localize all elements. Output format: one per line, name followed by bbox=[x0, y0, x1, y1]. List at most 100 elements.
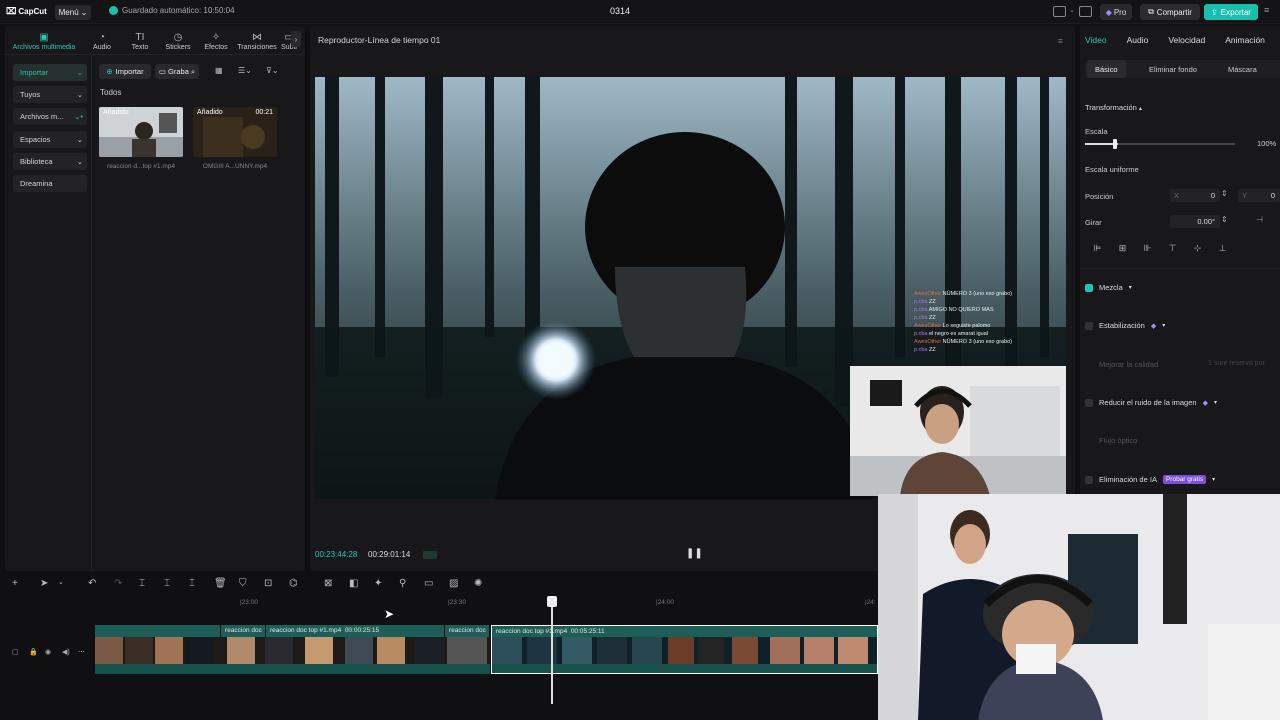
clip-header[interactable]: reaccion doc top #1.mp4 00:00:25:15 bbox=[266, 625, 444, 637]
more-icon[interactable]: ≡ bbox=[1264, 5, 1269, 15]
align-middle-icon[interactable]: ⊹ bbox=[1185, 243, 1210, 257]
subtab-mask[interactable]: Máscara bbox=[1220, 60, 1265, 78]
tab-transitions[interactable]: ⋈ Transiciones bbox=[235, 26, 279, 54]
stepper-icon[interactable]: ⇕ bbox=[1221, 215, 1228, 224]
transform-section-title[interactable]: Transformación ▴ bbox=[1085, 103, 1142, 112]
subtab-remove-bg[interactable]: Eliminar fondo bbox=[1141, 60, 1205, 78]
flip-icon[interactable]: ⊣ bbox=[1256, 215, 1263, 224]
split-icon[interactable]: ⌶ bbox=[139, 578, 145, 589]
pro-button[interactable]: ◆ Pro bbox=[1100, 4, 1132, 20]
align-left-icon[interactable]: ⊫ bbox=[1085, 243, 1110, 257]
clip-header[interactable]: reaccion doc bbox=[445, 625, 489, 637]
pause-button[interactable]: ❚❚ bbox=[686, 548, 703, 559]
redo-icon[interactable]: ↷ bbox=[114, 578, 122, 589]
playhead[interactable] bbox=[551, 596, 553, 704]
align-right-icon[interactable]: ⊪ bbox=[1135, 243, 1160, 257]
align-top-icon[interactable]: ⊤ bbox=[1160, 243, 1185, 257]
shield-icon[interactable]: ⛉ bbox=[239, 578, 247, 589]
chevron-down-icon[interactable]: ⌄ bbox=[1069, 6, 1075, 14]
keyboard-icon[interactable] bbox=[1079, 6, 1092, 17]
selected-clip-frames[interactable] bbox=[491, 637, 878, 664]
crop-icon[interactable]: ⊡ bbox=[264, 578, 272, 589]
grid-view-icon[interactable]: ▦ bbox=[215, 66, 223, 75]
lock-icon[interactable]: 🔒 bbox=[29, 648, 38, 656]
magic-icon[interactable]: ✦ bbox=[374, 578, 382, 589]
tab-speed[interactable]: Velocidad bbox=[1163, 26, 1210, 54]
import-button[interactable]: ⊕ Importar bbox=[99, 64, 151, 79]
tab-media[interactable]: ▣ Archivos multimedia bbox=[5, 26, 83, 54]
tab-stickers[interactable]: ◷ Stickers bbox=[159, 26, 197, 54]
scale-slider[interactable] bbox=[1085, 143, 1235, 145]
trim-right-icon[interactable]: ⌶ bbox=[189, 578, 195, 589]
more-icon[interactable]: ⋯ bbox=[78, 648, 85, 656]
checkbox[interactable] bbox=[1085, 321, 1093, 330]
sidebar-item-spaces[interactable]: Espacios ⌄ bbox=[13, 131, 87, 148]
freeze-icon[interactable]: ⊠ bbox=[324, 578, 332, 589]
auto-reframe-icon[interactable]: ⌬ bbox=[289, 578, 298, 589]
share-button[interactable]: ⧉ Compartir bbox=[1140, 4, 1200, 20]
ai-sparkle-icon[interactable]: ✺ bbox=[474, 578, 482, 589]
layout-icon[interactable] bbox=[1053, 6, 1066, 17]
checkbox[interactable] bbox=[1085, 398, 1093, 407]
try-free-badge[interactable]: Probar gratis bbox=[1162, 475, 1207, 484]
undo-icon[interactable]: ↶ bbox=[88, 578, 96, 589]
rotate-input[interactable]: 0.00° bbox=[1170, 215, 1220, 228]
sidebar-item-yours[interactable]: Tuyos ⌄ bbox=[13, 86, 87, 103]
tabs-next-button[interactable]: › bbox=[291, 31, 301, 47]
tab-animation[interactable]: Animación bbox=[1220, 26, 1270, 54]
media-thumbnail[interactable]: Añadido bbox=[99, 107, 183, 157]
quality-badge[interactable] bbox=[423, 551, 437, 559]
checkbox[interactable] bbox=[1085, 283, 1093, 292]
blend-section[interactable]: Mezcla ▾ bbox=[1085, 283, 1132, 292]
record-button[interactable]: ▭ Graba ⌕ bbox=[155, 64, 199, 79]
clip-header[interactable] bbox=[95, 625, 220, 637]
chevron-down-icon[interactable]: ⌄ bbox=[58, 578, 64, 586]
playhead-handle[interactable] bbox=[547, 596, 557, 607]
media-thumbnail[interactable]: Añadido 00:21 bbox=[193, 107, 277, 157]
subtitle-icon[interactable]: ▭ bbox=[424, 578, 433, 589]
image-edit-icon[interactable]: ▨ bbox=[449, 578, 458, 589]
tab-audio[interactable]: ◔ Audio bbox=[83, 26, 121, 54]
clip-header[interactable]: reaccion doc bbox=[221, 625, 265, 637]
tab-effects[interactable]: ✧ Efectos bbox=[197, 26, 235, 54]
timeline-ruler[interactable]: |23:00 |23:30 |24:00 |24: bbox=[95, 597, 880, 611]
export-button[interactable]: ⇪ Exportar bbox=[1204, 4, 1258, 20]
sidebar-item-media-files[interactable]: Archivos m... ⌄• bbox=[13, 108, 87, 125]
eye-icon[interactable]: ◉ bbox=[45, 648, 51, 656]
position-y-input[interactable]: Y0 bbox=[1238, 189, 1280, 202]
menu-button[interactable]: Menú ⌄ bbox=[55, 5, 91, 20]
scale-slider-handle[interactable] bbox=[1113, 139, 1117, 149]
sidebar-item-import[interactable]: Importar ⌄ bbox=[13, 64, 87, 81]
selected-clip-header[interactable]: reaccion doc top #1.mp4 00:05:25:11 bbox=[491, 625, 878, 637]
stepper-icon[interactable]: ⇕ bbox=[1221, 189, 1228, 198]
tab-text[interactable]: TI Texto bbox=[121, 26, 159, 54]
project-name[interactable]: 0314 bbox=[600, 6, 640, 16]
chat-line: p.cba ZZ bbox=[914, 315, 936, 321]
scale-value[interactable]: 100% bbox=[1257, 139, 1276, 148]
sidebar-item-library[interactable]: Biblioteca ⌄ bbox=[13, 153, 87, 170]
position-x-input[interactable]: X0 bbox=[1170, 189, 1220, 202]
clip-frames[interactable] bbox=[95, 637, 490, 664]
align-bottom-icon[interactable]: ⊥ bbox=[1210, 243, 1235, 257]
speaker-icon[interactable]: ◀) bbox=[62, 648, 70, 656]
subtab-basic[interactable]: Básico bbox=[1087, 60, 1126, 78]
track-cover-icon[interactable]: ▢ bbox=[12, 648, 19, 656]
ai-remove-section[interactable]: Eliminación de IA Probar gratis ▾ bbox=[1085, 475, 1215, 484]
sidebar-item-dreamina[interactable]: Dreamina bbox=[13, 175, 87, 192]
mirror-icon[interactable]: ◧ bbox=[349, 578, 358, 589]
add-track-icon[interactable]: + bbox=[12, 578, 18, 589]
properties-panel: Video Audio Velocidad Animación Básico E… bbox=[1080, 26, 1280, 571]
delete-icon[interactable]: 🗑 bbox=[214, 578, 227, 589]
checkbox[interactable] bbox=[1085, 475, 1093, 484]
denoise-section[interactable]: Reducir el ruido de la imagen ◆ ▾ bbox=[1085, 398, 1217, 407]
select-tool-icon[interactable]: ➤ bbox=[40, 578, 48, 589]
filter-icon[interactable]: ⊽⌄ bbox=[266, 66, 279, 75]
align-center-icon[interactable]: ⊞ bbox=[1110, 243, 1135, 257]
menu-icon[interactable]: ≡ bbox=[1058, 36, 1063, 46]
sort-icon[interactable]: ☰⌄ bbox=[238, 66, 252, 75]
stabilize-section[interactable]: Estabilización ◆ ▾ bbox=[1085, 321, 1165, 330]
tab-audio[interactable]: Audio bbox=[1122, 26, 1154, 54]
tab-video[interactable]: Video bbox=[1080, 26, 1112, 54]
wand-icon[interactable]: ⚲ bbox=[399, 578, 406, 589]
trim-left-icon[interactable]: ⌶ bbox=[164, 578, 170, 589]
